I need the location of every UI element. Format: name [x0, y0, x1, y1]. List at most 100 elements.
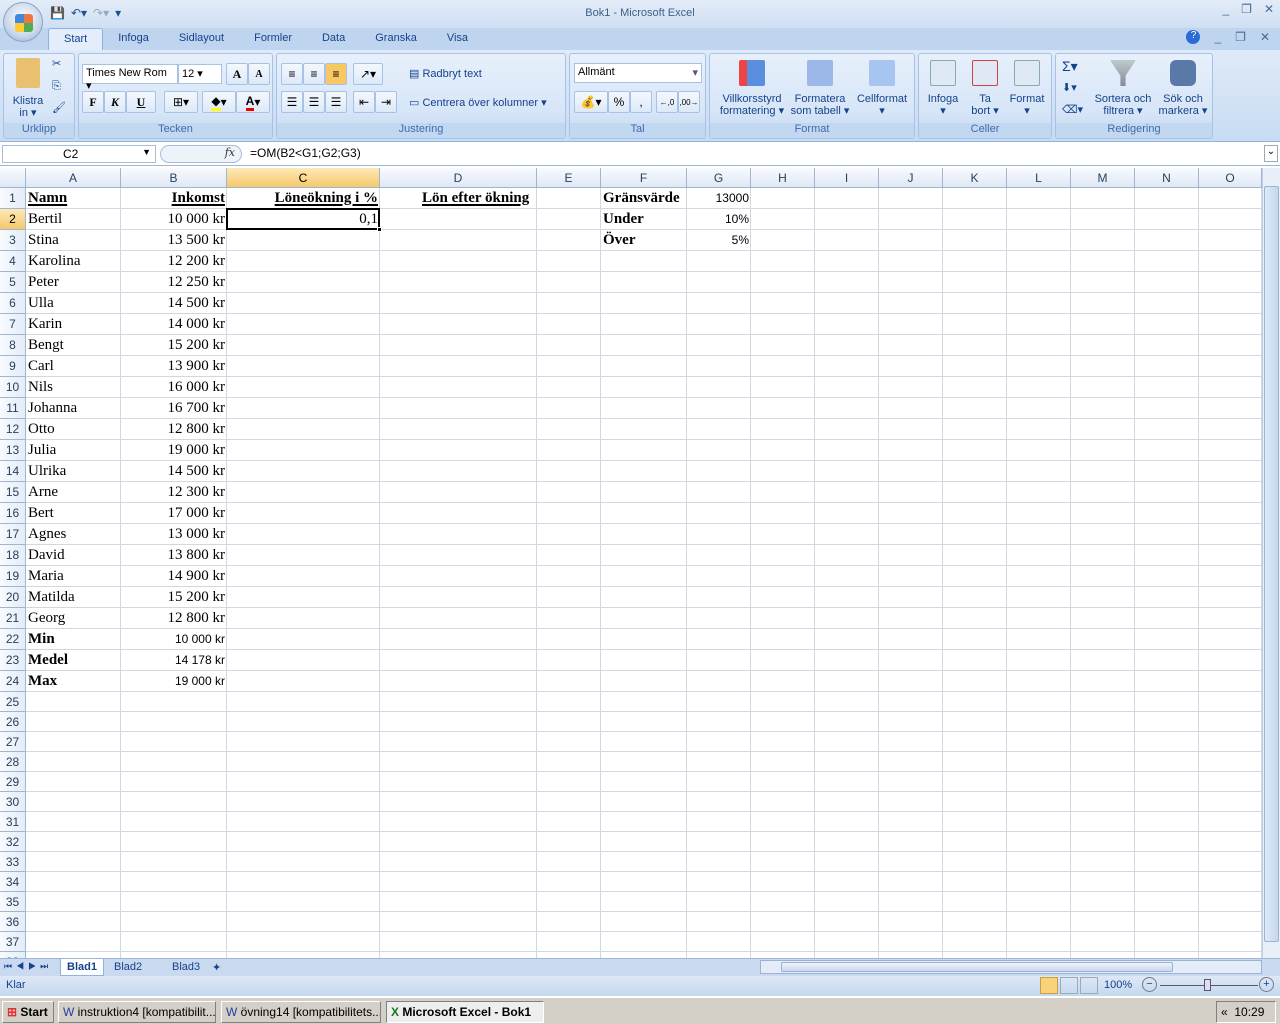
row-header-24[interactable]: 24 — [0, 671, 26, 692]
font-size-select[interactable]: 12 ▾ — [178, 64, 222, 84]
wrap-text-button[interactable]: ▤ Radbryt text — [409, 68, 482, 80]
decrease-indent-button[interactable]: ⇤ — [353, 91, 375, 113]
cell-b13[interactable]: 19 000 kr — [121, 440, 227, 461]
cell-b6[interactable]: 14 500 kr — [121, 293, 227, 314]
cell-a15[interactable]: Arne — [26, 482, 121, 503]
cell-a16[interactable]: Bert — [26, 503, 121, 524]
cell-a19[interactable]: Maria — [26, 566, 121, 587]
vertical-scroll-thumb[interactable] — [1264, 186, 1279, 942]
cell-a6[interactable]: Ulla — [26, 293, 121, 314]
cell-a9[interactable]: Carl — [26, 356, 121, 377]
horizontal-scroll-thumb[interactable] — [781, 962, 1173, 972]
borders-button[interactable]: ⊞▾ — [164, 91, 198, 113]
page-break-view-button[interactable] — [1080, 977, 1098, 994]
shrink-font-button[interactable]: A — [248, 63, 270, 85]
clear-icon[interactable]: ⌫▾ — [1062, 104, 1083, 116]
tab-visa[interactable]: Visa — [432, 28, 483, 50]
row-header-22[interactable]: 22 — [0, 629, 26, 650]
cell-b17[interactable]: 13 000 kr — [121, 524, 227, 545]
row-header-2[interactable]: 2 — [0, 209, 26, 230]
row-header-5[interactable]: 5 — [0, 272, 26, 293]
cell-f2[interactable]: Under — [601, 209, 687, 230]
cell-b14[interactable]: 14 500 kr — [121, 461, 227, 482]
cell-a7[interactable]: Karin — [26, 314, 121, 335]
cell-b21[interactable]: 12 800 kr — [121, 608, 227, 629]
expand-formula-bar-icon[interactable]: ⌄ — [1264, 145, 1278, 162]
cell-b3[interactable]: 13 500 kr — [121, 230, 227, 251]
cell-b9[interactable]: 13 900 kr — [121, 356, 227, 377]
cell-g3[interactable]: 5% — [687, 230, 751, 251]
column-header-l[interactable]: L — [1007, 168, 1071, 188]
cell-a23[interactable]: Medel — [26, 650, 121, 671]
cell-a24[interactable]: Max — [26, 671, 121, 692]
active-cell[interactable] — [226, 208, 382, 232]
cell-a5[interactable]: Peter — [26, 272, 121, 293]
align-center-button[interactable]: ☰ — [303, 91, 325, 113]
zoom-slider-thumb[interactable] — [1204, 979, 1211, 991]
cell-b12[interactable]: 12 800 kr — [121, 419, 227, 440]
decrease-decimal-button[interactable]: ,00→ — [678, 91, 700, 113]
row-header-4[interactable]: 4 — [0, 251, 26, 272]
cell-a4[interactable]: Karolina — [26, 251, 121, 272]
column-header-n[interactable]: N — [1135, 168, 1199, 188]
row-header-11[interactable]: 11 — [0, 398, 26, 419]
cell-d1[interactable]: Lön efter ökning — [380, 188, 580, 209]
cell-a1[interactable]: Namn — [26, 188, 121, 209]
align-top-button[interactable]: ≡ — [281, 63, 303, 85]
align-left-button[interactable]: ☰ — [281, 91, 303, 113]
increase-decimal-button[interactable]: ←,0 — [656, 91, 678, 113]
cell-b5[interactable]: 12 250 kr — [121, 272, 227, 293]
row-header-30[interactable]: 30 — [0, 792, 26, 812]
row-header-32[interactable]: 32 — [0, 832, 26, 852]
cell-b24[interactable]: 19 000 kr — [121, 671, 227, 692]
restore-icon[interactable]: ❐ — [1241, 2, 1252, 16]
row-header-15[interactable]: 15 — [0, 482, 26, 503]
italic-button[interactable]: K — [104, 91, 126, 113]
column-header-m[interactable]: M — [1071, 168, 1135, 188]
conditional-formatting-button[interactable]: Villkorsstyrd formatering ▾ — [714, 60, 790, 117]
row-header-10[interactable]: 10 — [0, 377, 26, 398]
tab-data[interactable]: Data — [307, 28, 360, 50]
row-header-36[interactable]: 36 — [0, 912, 26, 932]
start-button[interactable]: ⊞ Start — [2, 1001, 54, 1023]
underline-button[interactable]: U — [126, 91, 156, 113]
column-header-a[interactable]: A — [26, 168, 121, 188]
sheet-nav-arrows[interactable]: ⏮◀▶⏭ — [4, 961, 52, 972]
cell-b10[interactable]: 16 000 kr — [121, 377, 227, 398]
select-all-button[interactable] — [0, 168, 26, 188]
row-header-1[interactable]: 1 — [0, 188, 26, 209]
close-workbook-icon[interactable]: ✕ — [1260, 30, 1270, 44]
normal-view-button[interactable] — [1040, 977, 1058, 994]
column-header-e[interactable]: E — [537, 168, 601, 188]
name-box[interactable]: C2 ▼ — [2, 145, 156, 163]
currency-button[interactable]: 💰▾ — [574, 91, 608, 113]
tab-infoga[interactable]: Infoga — [103, 28, 164, 50]
row-header-26[interactable]: 26 — [0, 712, 26, 732]
row-header-17[interactable]: 17 — [0, 524, 26, 545]
cell-a8[interactable]: Bengt — [26, 335, 121, 356]
zoom-in-button[interactable]: + — [1259, 977, 1274, 992]
row-header-31[interactable]: 31 — [0, 812, 26, 832]
horizontal-scrollbar[interactable] — [760, 960, 1262, 974]
cell-b1[interactable]: Inkomst — [121, 188, 227, 209]
cell-b20[interactable]: 15 200 kr — [121, 587, 227, 608]
insert-function-button[interactable]: fx — [160, 145, 242, 163]
row-header-25[interactable]: 25 — [0, 692, 26, 712]
copy-icon[interactable]: ⎘ — [52, 80, 61, 92]
cell-b11[interactable]: 16 700 kr — [121, 398, 227, 419]
column-header-g[interactable]: G — [687, 168, 751, 188]
cell-b2[interactable]: 10 000 kr — [121, 209, 227, 230]
close-icon[interactable]: ✕ — [1264, 2, 1274, 16]
zoom-level[interactable]: 100% — [1104, 979, 1132, 991]
orientation-button[interactable]: ↗▾ — [353, 63, 383, 85]
cell-a21[interactable]: Georg — [26, 608, 121, 629]
worksheet-grid[interactable]: A B C D E F G H I J K L M N O 1 2 3 4 5 6 7 8 9 10 11 12 13 14 15 16 17… — [0, 168, 1262, 958]
sheet-tab-blad2[interactable]: Blad2 — [108, 959, 148, 976]
cell-a14[interactable]: Ulrika — [26, 461, 121, 482]
vertical-scrollbar[interactable] — [1262, 168, 1280, 958]
taskbar-item[interactable]: W instruktion4 [kompatibilit... — [58, 1001, 216, 1023]
row-header-9[interactable]: 9 — [0, 356, 26, 377]
column-header-j[interactable]: J — [879, 168, 943, 188]
row-header-12[interactable]: 12 — [0, 419, 26, 440]
row-header-21[interactable]: 21 — [0, 608, 26, 629]
